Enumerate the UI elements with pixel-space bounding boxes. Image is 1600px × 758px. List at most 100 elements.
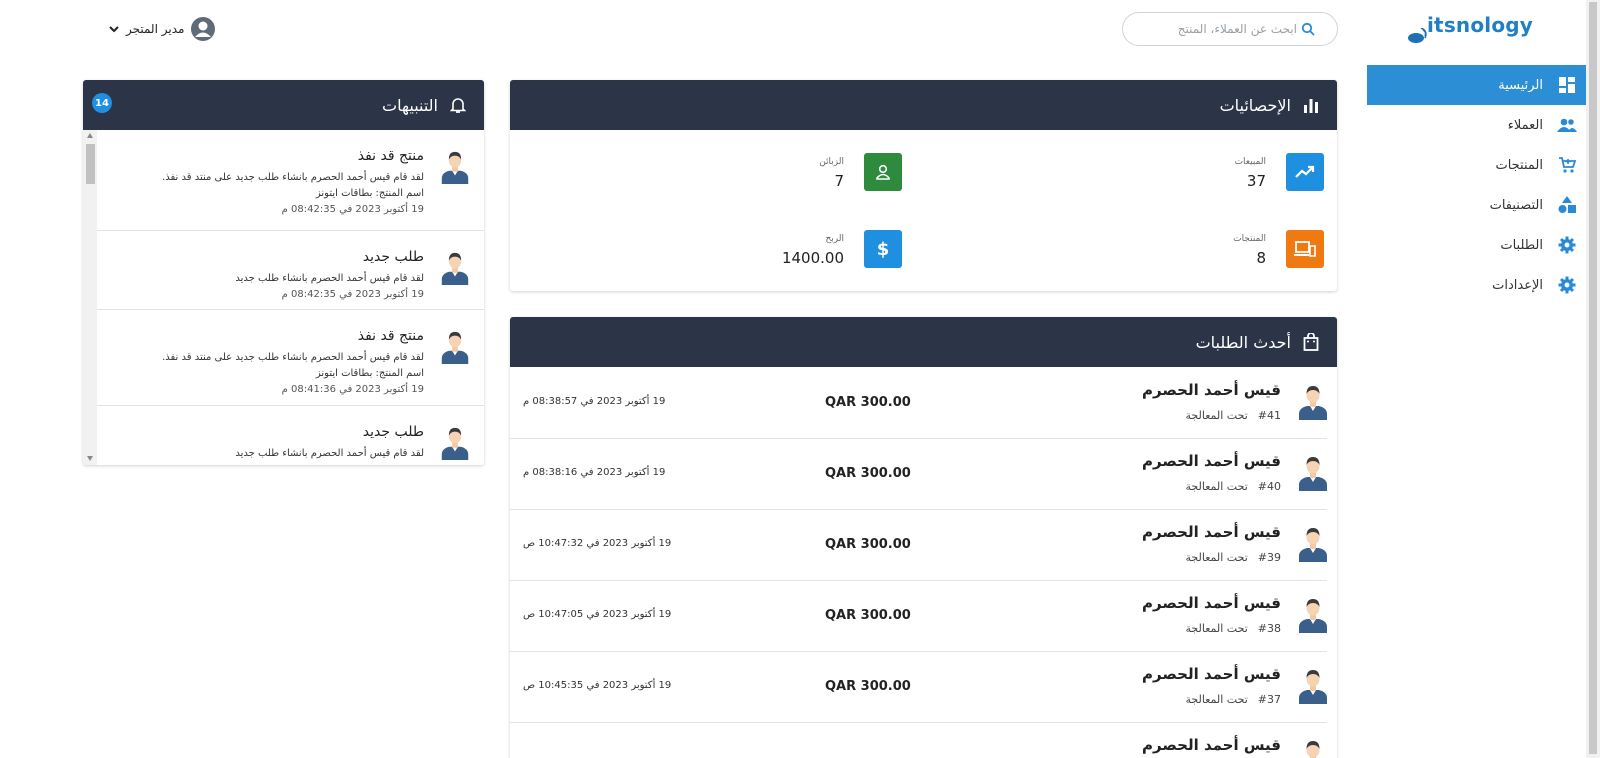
sidebar-item-products[interactable]: المنتجات [1367, 145, 1587, 185]
order-amount: QAR 300.00 [825, 608, 911, 623]
sidebar-item-label: الإعدادات [1492, 277, 1543, 293]
stats-title: الإحصائيات [1219, 95, 1291, 115]
bar-chart-icon [1301, 95, 1321, 115]
notification-date: 19 أكتوبر 2023 في 08:42:35 م [281, 289, 424, 300]
notifications-card: التنبيهات 14 منتج قد نفذ لقد قام قيس أحمد… [83, 80, 484, 465]
sidebar-item-label: التصنيفات [1489, 197, 1543, 213]
dollar-icon: $ [864, 230, 902, 268]
notification-product: اسم المنتج: بطاقات ايتونز [315, 188, 424, 199]
order-customer-name: قيس أحمد الحصرم [1142, 594, 1281, 612]
order-status-text: تحت المعالجة [1185, 693, 1248, 706]
notification-item[interactable]: منتج قد نفذ لقد قام قيس أحمد الحصرم بانشا… [97, 130, 484, 231]
notification-item[interactable]: منتج قد نفذ لقد قام قيس أحمد الحصرم بانشا… [97, 310, 484, 406]
scroll-up-arrow-icon[interactable] [87, 133, 93, 138]
notifications-scrollbar[interactable] [83, 130, 97, 465]
order-row[interactable]: قيس أحمد الحصرم #37 تحت المعالجة QAR 300.00… [510, 651, 1327, 723]
stat-sales: المبيعات 37 [1144, 153, 1324, 203]
notification-message: لقد قام قيس أحمد الحصرم بانشاء طلب جديد [235, 273, 424, 284]
order-row[interactable]: قيس أحمد الحصرم #38 تحت المعالجة QAR 300.00… [510, 580, 1327, 652]
dashboard-icon [1557, 75, 1577, 95]
notifications-list: منتج قد نفذ لقد قام قيس أحمد الحصرم بانشا… [97, 130, 484, 465]
cart-icon [1557, 155, 1577, 175]
scroll-down-arrow-icon[interactable] [87, 456, 93, 461]
notification-item[interactable]: طلب جديد لقد قام قيس أحمد الحصرم بانشاء ط… [97, 406, 484, 465]
sidebar: الرئيسية العملاء المنتجات التصنيفات الطل… [1367, 65, 1587, 305]
sidebar-item-label: الرئيسية [1498, 77, 1543, 93]
page-scrollbar[interactable] [1586, 0, 1600, 758]
notification-product: اسم المنتج: بطاقات ايتونز [315, 368, 424, 379]
sidebar-item-label: الطلبات [1500, 237, 1543, 253]
stat-value: 8 [1256, 249, 1266, 267]
order-number: #37 [1257, 693, 1281, 706]
orders-title: أحدث الطلبات [1195, 332, 1291, 352]
scrollbar-thumb[interactable] [1589, 2, 1597, 754]
order-row[interactable]: قيس أحمد الحصرم #40 تحت المعالجة QAR 300.00… [510, 438, 1327, 510]
stat-label: الزبائن [819, 157, 844, 167]
notification-item[interactable]: طلب جديد لقد قام قيس أحمد الحصرم بانشاء ط… [97, 231, 484, 310]
notifications-title: التنبيهات [382, 95, 438, 115]
stats-header: الإحصائيات [510, 80, 1337, 130]
notifications-header: التنبيهات [83, 80, 484, 130]
order-status-text: تحت المعالجة [1185, 622, 1248, 635]
order-status-text: تحت المعالجة [1185, 409, 1248, 422]
order-date: 19 أكتوبر 2023 في 08:38:16 م [523, 467, 666, 478]
user-menu[interactable]: مدير المتجر [108, 15, 216, 43]
search-box[interactable] [1122, 12, 1338, 46]
notification-message: لقد قام قيس أحمد الحصرم بانشاء طلب جديد [235, 448, 424, 459]
order-status-text: تحت المعالجة [1185, 551, 1248, 564]
notification-date: 19 أكتوبر 2023 في 08:42:35 م [281, 204, 424, 215]
order-amount: QAR 300.00 [825, 679, 911, 694]
sidebar-item-customers[interactable]: العملاء [1367, 105, 1587, 145]
chevron-down-icon[interactable] [108, 23, 120, 35]
stat-value: 1400.00 [781, 249, 844, 267]
order-row[interactable]: قيس أحمد الحصرم #41 تحت المعالجة QAR 300.00… [510, 367, 1327, 439]
order-number: #40 [1257, 480, 1281, 493]
brand-name: itsnology [1427, 13, 1534, 37]
order-date: 19 أكتوبر 2023 في 10:47:32 ص [523, 538, 672, 549]
sidebar-item-orders[interactable]: الطلبات [1367, 225, 1587, 265]
trending-up-icon [1286, 153, 1324, 191]
search-icon[interactable] [1301, 22, 1315, 36]
stat-profit: $ الربح 1400.00 [722, 230, 902, 280]
user-avatar-icon [191, 17, 216, 41]
order-customer-name: قيس أحمد الحصرم [1142, 381, 1281, 399]
stat-products: المنتجات 8 [1144, 230, 1324, 280]
devices-icon [1286, 230, 1324, 268]
search-input[interactable] [1137, 13, 1297, 45]
order-amount: QAR 300.00 [825, 537, 911, 552]
sidebar-item-label: المنتجات [1495, 157, 1543, 173]
shapes-icon [1557, 195, 1577, 215]
notification-avatar-icon [441, 151, 469, 184]
customer-avatar-icon [1299, 528, 1327, 562]
scrollbar-thumb[interactable] [86, 144, 95, 184]
notification-avatar-icon [441, 331, 469, 364]
notification-title: منتج قد نفذ [357, 328, 424, 344]
notification-message: لقد قام قيس أحمد الحصرم بانشاء طلب جديد … [162, 172, 424, 183]
order-status-text: تحت المعالجة [1185, 480, 1248, 493]
order-customer-name: قيس أحمد الحصرم [1142, 665, 1281, 683]
sidebar-item-home[interactable]: الرئيسية [1367, 65, 1587, 105]
user-name: مدير المتجر [126, 22, 185, 36]
notification-message: لقد قام قيس أحمد الحصرم بانشاء طلب جديد … [162, 352, 424, 363]
order-row[interactable]: قيس أحمد الحصرم [510, 722, 1327, 758]
sidebar-item-settings[interactable]: الإعدادات [1367, 265, 1587, 305]
customer-avatar-icon [1299, 599, 1327, 633]
customer-avatar-icon [1299, 386, 1327, 420]
customer-avatar-icon [1299, 457, 1327, 491]
order-date: 19 أكتوبر 2023 في 08:38:57 م [523, 396, 666, 407]
sidebar-item-categories[interactable]: التصنيفات [1367, 185, 1587, 225]
stats-card: الإحصائيات المبيعات 37 الزبائن 7 المنتجا… [510, 80, 1337, 291]
recent-orders-card: أحدث الطلبات قيس أحمد الحصرم #41 تحت المعا… [510, 317, 1337, 758]
order-amount: QAR 300.00 [825, 395, 911, 410]
stat-value: 37 [1246, 172, 1266, 190]
notification-date: 19 أكتوبر 2023 في 08:41:36 م [281, 384, 424, 395]
order-status: #38 تحت المعالجة [1186, 622, 1281, 635]
order-date: 19 أكتوبر 2023 في 10:45:35 ص [523, 680, 672, 691]
users-icon [1557, 115, 1577, 135]
order-number: #39 [1257, 551, 1281, 564]
bell-icon[interactable] [448, 95, 468, 115]
stat-label: الربح [825, 234, 844, 244]
sidebar-item-label: العملاء [1507, 117, 1543, 133]
customer-avatar-icon [1299, 670, 1327, 704]
order-row[interactable]: قيس أحمد الحصرم #39 تحت المعالجة QAR 300.00… [510, 509, 1327, 581]
